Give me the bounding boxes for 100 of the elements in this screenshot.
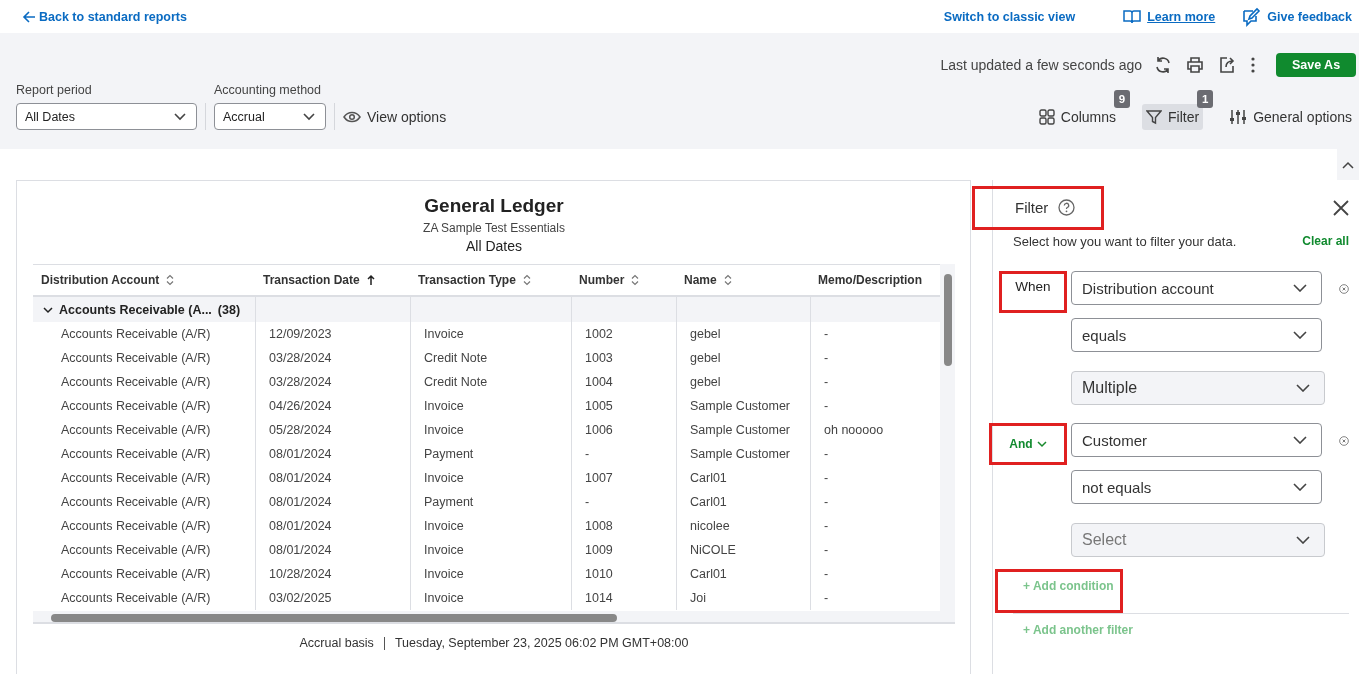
table-cell: 1004	[585, 375, 613, 389]
group-label: Accounts Receivable (A...	[59, 302, 212, 317]
field-select[interactable]: Customer	[1071, 423, 1322, 457]
table-cell: nicolee	[690, 519, 730, 533]
field-select[interactable]: Distribution account	[1071, 271, 1322, 305]
column-header[interactable]: Distribution Account	[33, 265, 255, 295]
last-updated-text: Last updated a few seconds ago	[940, 57, 1142, 73]
more-icon[interactable]	[1250, 56, 1256, 74]
accounting-method-select[interactable]: Accrual	[214, 103, 326, 130]
table-cell: 1007	[585, 471, 613, 485]
table-cell: 1014	[585, 591, 613, 605]
table-cell: 1009	[585, 543, 613, 557]
table-cell: Accounts Receivable (A/R)	[61, 495, 211, 509]
column-header[interactable]: Transaction Date	[255, 265, 410, 295]
table-cell: 08/01/2024	[269, 519, 332, 533]
table-cell: 1005	[585, 399, 613, 413]
column-header[interactable]: Transaction Type	[410, 265, 571, 295]
table-cell: Accounts Receivable (A/R)	[61, 423, 211, 437]
table-cell: Joi	[690, 591, 706, 605]
table-cell: -	[824, 327, 829, 341]
chevron-down-icon	[1293, 284, 1307, 292]
table-cell: NiCOLE	[690, 543, 736, 557]
table-cell: 03/28/2024	[269, 351, 332, 365]
value-select[interactable]: Select	[1071, 523, 1325, 557]
condition-label: When	[1015, 279, 1051, 294]
panel-description: Select how you want to filter your data.	[1013, 234, 1237, 249]
chevron-down-icon	[1293, 331, 1307, 339]
report-period-select[interactable]: All Dates	[16, 103, 197, 130]
table-cell: 10/28/2024	[269, 567, 332, 581]
chevron-down-icon	[1293, 483, 1307, 491]
give-feedback-link[interactable]: Give feedback	[1241, 6, 1352, 27]
column-header[interactable]: Name	[676, 265, 810, 295]
table-cell: 08/01/2024	[269, 447, 332, 461]
learn-more-link[interactable]: Learn more	[1123, 8, 1216, 25]
view-options-button[interactable]: View options	[343, 103, 447, 130]
table-cell: Credit Note	[424, 375, 488, 389]
table-cell: Carl01	[690, 471, 727, 485]
eye-icon	[343, 110, 361, 123]
table-cell: Sample Customer	[690, 399, 791, 413]
table-cell: Accounts Receivable (A/R)	[61, 399, 211, 413]
chevron-down-icon	[174, 112, 186, 121]
table-cell: 1003	[585, 351, 613, 365]
classic-view-link[interactable]: Switch to classic view	[943, 9, 1076, 24]
table-cell: Sample Customer	[690, 447, 791, 461]
operator-select[interactable]: not equals	[1071, 470, 1322, 504]
feedback-icon	[1241, 6, 1262, 27]
back-link[interactable]: Back to standard reports	[22, 9, 187, 24]
table-cell: -	[824, 495, 829, 509]
save-as-button[interactable]: Save As	[1276, 53, 1356, 77]
count-badge: 1	[1197, 90, 1214, 108]
company-name: ZA Sample Test Essentials	[423, 221, 565, 235]
table-cell: -	[824, 543, 829, 557]
table-cell: 1002	[585, 327, 613, 341]
table-cell: Payment	[424, 447, 474, 461]
connector-dropdown[interactable]: And	[1009, 437, 1047, 451]
clear-all-link[interactable]: Clear all	[1302, 234, 1349, 249]
column-header[interactable]: Number	[571, 265, 676, 295]
column-header[interactable]: Memo/Description	[810, 265, 940, 295]
table-cell: 1008	[585, 519, 613, 533]
chevron-up-icon[interactable]	[1342, 160, 1354, 169]
report-period-text: All Dates	[466, 238, 522, 254]
table-cell: Accounts Receivable (A/R)	[61, 351, 211, 365]
sliders-icon	[1229, 109, 1248, 125]
table-cell: Credit Note	[424, 351, 488, 365]
table-cell: 08/01/2024	[269, 471, 332, 485]
close-icon[interactable]	[1333, 200, 1349, 216]
panel-title: Filter	[1015, 199, 1049, 216]
table-cell: Invoice	[424, 567, 464, 581]
table-cell: -	[585, 495, 590, 509]
help-icon[interactable]	[1058, 199, 1076, 216]
count-badge: 9	[1114, 90, 1131, 108]
table-cell: 03/02/2025	[269, 591, 332, 605]
export-icon[interactable]	[1218, 56, 1236, 74]
chevron-down-icon[interactable]	[43, 305, 53, 314]
table-cell: 1010	[585, 567, 613, 581]
horizontal-scrollbar[interactable]	[33, 611, 955, 624]
group-count: (38)	[217, 302, 241, 317]
table-cell: Accounts Receivable (A/R)	[61, 543, 211, 557]
table-cell: oh nooooo	[824, 423, 884, 437]
toolbar-tab[interactable]: Filter	[1142, 104, 1204, 130]
operator-select[interactable]: equals	[1071, 318, 1322, 352]
back-arrow-icon	[22, 9, 36, 24]
refresh-icon[interactable]	[1154, 56, 1172, 74]
table-cell: -	[824, 471, 829, 485]
timestamp-text: Tuesday, September 23, 2025 06:02 PM GMT+08:00	[394, 636, 689, 650]
table-cell: Invoice	[424, 399, 464, 413]
print-icon[interactable]	[1186, 56, 1204, 74]
vertical-scrollbar[interactable]	[940, 264, 955, 612]
table-cell: Accounts Receivable (A/R)	[61, 471, 211, 485]
table-cell: 08/01/2024	[269, 543, 332, 557]
table-cell: Carl01	[690, 567, 727, 581]
table-cell: -	[824, 567, 829, 581]
book-icon	[1123, 8, 1142, 25]
value-select[interactable]: Multiple	[1071, 371, 1325, 405]
toolbar-tab[interactable]: General options	[1225, 104, 1356, 130]
table-cell: 04/26/2024	[269, 399, 332, 413]
table-cell: Accounts Receivable (A/R)	[61, 375, 211, 389]
table-cell: 12/09/2023	[269, 327, 332, 341]
chevron-down-icon	[1293, 436, 1307, 444]
table-cell: Invoice	[424, 423, 464, 437]
